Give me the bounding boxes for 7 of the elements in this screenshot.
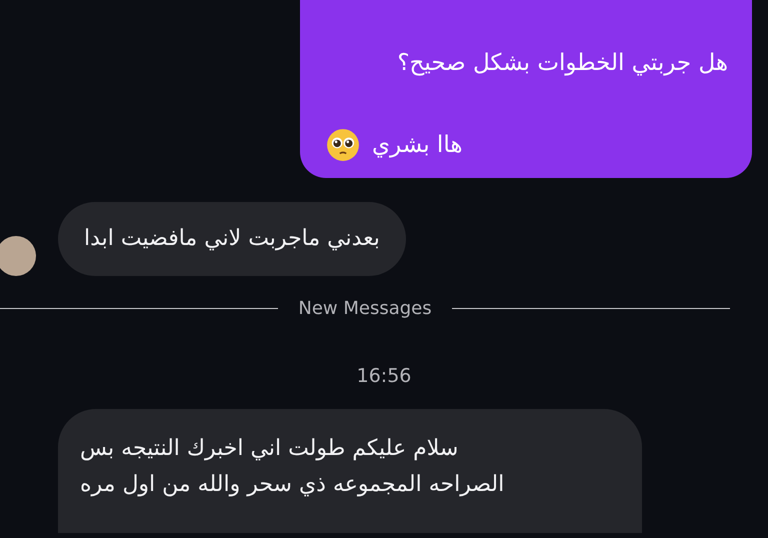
message-text: هاا بشري [372,131,462,160]
timestamp: 16:56 [356,365,412,387]
message-text: سلام عليكم طولت اني اخبرك النتيجه بس الصراحه المجموعه ذي سحر والله من اول مره [80,435,505,499]
message-text: هل جربتي الخطوات بشكل صحيح؟ [397,49,728,78]
new-messages-label: New Messages [297,298,433,319]
message-text: بعدني ماجربت لاني مافضيت ابدا [84,225,380,253]
avatar-photo-placeholder[interactable] [0,236,36,276]
